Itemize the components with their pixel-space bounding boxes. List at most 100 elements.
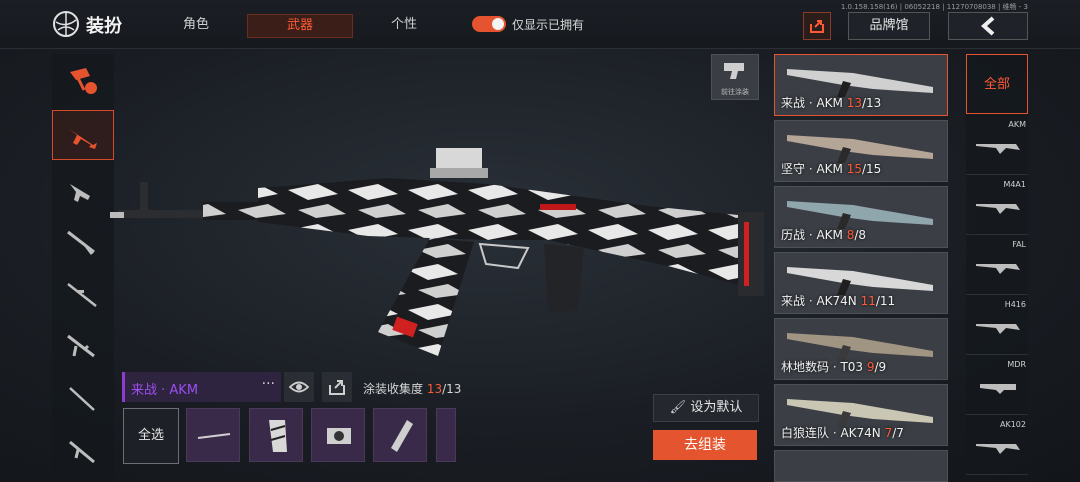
filter-gun-akm[interactable]: AKM (966, 116, 1028, 175)
skin-card-name: 林地数码 · T03 (781, 360, 867, 374)
skin-name: 来战 · AKM (131, 383, 199, 398)
category-lmg[interactable] (52, 320, 114, 370)
skin-name-bar: 来战 · AKM ··· (122, 372, 281, 402)
gun-label: FAL (1012, 240, 1026, 249)
category-marksman[interactable] (52, 372, 114, 422)
skin-thumbnail (787, 69, 933, 97)
weapon-category-sidebar (52, 54, 114, 482)
filter-gun-ak102[interactable]: AK102 (966, 416, 1028, 475)
category-sniper[interactable] (52, 268, 114, 318)
gun-label: MDR (1007, 360, 1026, 369)
select-all-button[interactable]: 全选 (123, 408, 179, 464)
weapon-filter-sidebar: 全部 AKM M4A1 FAL H416 MDR AK102 (966, 54, 1028, 482)
skin-thumbnail (787, 333, 933, 361)
skin-card[interactable]: 白狼连队 · AK74N 7/7 (774, 384, 948, 446)
share-icon (810, 20, 824, 33)
filter-gun-h416[interactable]: H416 (966, 296, 1028, 355)
collection-progress: 涂装收集度 13/13 (363, 380, 461, 397)
skin-thumbnail (787, 135, 933, 163)
part-optic[interactable] (311, 408, 365, 462)
part-handguard[interactable] (249, 408, 303, 462)
filter-all-button[interactable]: 全部 (966, 54, 1028, 114)
top-bar: 装扮 角色 武器 个性 仅显示已拥有 1.0.158.158(16) | 060… (0, 0, 1080, 49)
more-options-icon[interactable]: ··· (262, 376, 275, 392)
rifle-icon (976, 324, 1020, 334)
skin-card-name: 坚守 · AKM (781, 162, 847, 176)
go-assemble-button[interactable]: 去组装 (653, 430, 757, 460)
filter-gun-fal[interactable]: FAL (966, 236, 1028, 295)
gun-label: AKM (1008, 120, 1026, 129)
filter-gun-mdr[interactable]: MDR (966, 356, 1028, 415)
category-pistol[interactable] (52, 424, 114, 474)
set-default-button[interactable]: 🖌 设为默认 (653, 394, 759, 422)
category-shotgun[interactable] (52, 216, 114, 266)
owned-only-toggle[interactable] (472, 16, 506, 32)
skin-card[interactable]: 坚守 · AKM 15/15 (774, 120, 948, 182)
collection-label: 涂装收集度 (363, 382, 424, 396)
lmg-icon (67, 334, 95, 358)
skin-card-total: /13 (861, 96, 882, 110)
filter-gun-m4a1[interactable]: M4A1 (966, 176, 1028, 235)
goto-paint-button[interactable]: 前往涂装 (711, 54, 759, 100)
skin-card-name: 来战 · AK74N (781, 294, 861, 308)
tab-personality[interactable]: 个性 (376, 14, 432, 36)
shotgun-icon (67, 230, 95, 255)
eye-icon (288, 381, 310, 393)
skin-card-total: /11 (875, 294, 896, 308)
rifle-icon (976, 444, 1020, 454)
skin-card[interactable]: 来战 · AK74N 11/11 (774, 252, 948, 314)
skin-card-total: /9 (874, 360, 887, 374)
share-skin-button[interactable] (322, 372, 352, 402)
set-default-label: 设为默认 (690, 400, 743, 415)
skin-list: 来战 · AKM 13/13 坚守 · AKM 15/15 历战 · AKM 8… (774, 54, 948, 482)
skin-card-total: /15 (861, 162, 882, 176)
skin-card-have: 13 (846, 96, 862, 110)
globe-logo-icon (53, 11, 79, 37)
page-title: 装扮 (86, 16, 122, 37)
skin-card[interactable]: 来战 · AKM 13/13 (774, 54, 948, 116)
tab-character[interactable]: 角色 (168, 14, 224, 36)
skin-thumbnail (787, 399, 933, 427)
collection-have: 13 (426, 382, 443, 396)
rifle-icon (980, 384, 1016, 394)
collection-total: /13 (442, 382, 462, 396)
goto-paint-label: 前往涂装 (721, 88, 749, 96)
gun-label: H416 (1004, 300, 1026, 309)
category-smg[interactable] (52, 164, 114, 214)
skin-card-label: 白狼连队 · AK74N 7/7 (781, 424, 904, 441)
part-magazine[interactable] (373, 408, 427, 462)
rifle-icon (976, 204, 1020, 214)
tab-weapon[interactable]: 武器 (247, 14, 353, 38)
paint-spray-icon (724, 63, 744, 79)
skin-thumbnail (787, 201, 933, 229)
skin-card[interactable] (774, 450, 948, 482)
part-muzzle[interactable] (186, 408, 240, 462)
sniper-icon (67, 283, 97, 307)
skin-thumbnail (787, 267, 933, 295)
skin-card[interactable]: 历战 · AKM 8/8 (774, 186, 948, 248)
skin-card-have: 11 (860, 294, 876, 308)
skin-card-have: 9 (866, 360, 875, 374)
brand-hall-button[interactable]: 品牌馆 (848, 12, 930, 40)
skin-card-label: 坚守 · AKM 15/15 (781, 160, 881, 177)
category-assault-rifle[interactable] (52, 110, 114, 160)
optic-part-icon (327, 428, 351, 444)
gun-label: AK102 (1000, 420, 1026, 429)
skin-card-total: /8 (854, 228, 867, 242)
skin-card-label: 历战 · AKM 8/8 (781, 226, 866, 243)
back-button[interactable] (948, 12, 1028, 40)
part-more[interactable] (436, 408, 456, 462)
marksman-icon (69, 387, 95, 411)
brush-icon: 🖌 (669, 400, 687, 415)
owned-only-label: 仅显示已拥有 (512, 18, 585, 32)
preview-eye-button[interactable] (284, 372, 314, 402)
share-button[interactable] (803, 12, 831, 40)
weapon-sale-icon (70, 68, 97, 94)
skin-card-total: /7 (892, 426, 904, 440)
weapon-preview-image (110, 148, 764, 356)
category-weapon-sale[interactable] (52, 54, 114, 104)
smg-icon (70, 184, 90, 202)
handguard-part-icon (269, 420, 287, 452)
version-text: 1.0.158.158(16) | 06052218 | 11270708038… (840, 3, 1028, 11)
skin-card[interactable]: 林地数码 · T03 9/9 (774, 318, 948, 380)
